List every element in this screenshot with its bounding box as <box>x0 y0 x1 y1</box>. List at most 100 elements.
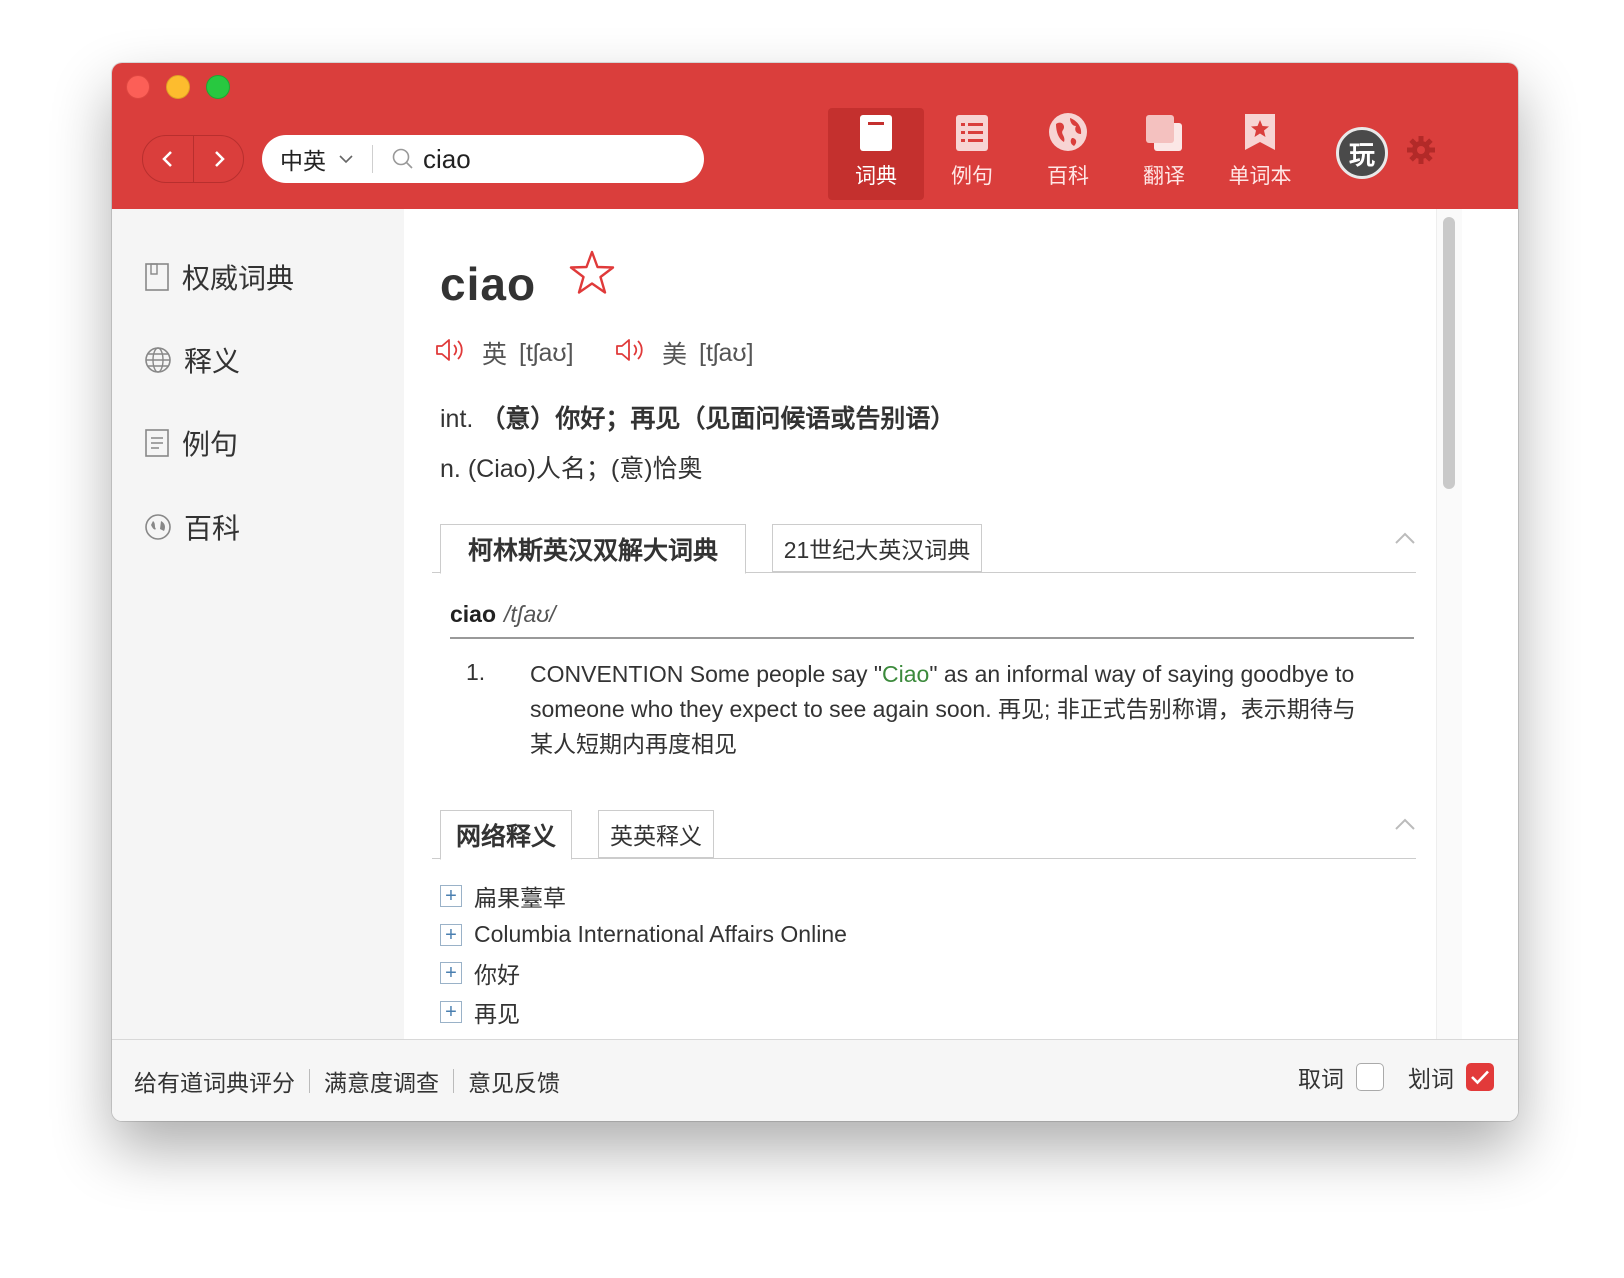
uk-label: 英 <box>482 341 508 369</box>
tab-examples-label: 例句 <box>951 165 993 188</box>
document-icon <box>145 429 169 457</box>
globe-icon <box>1049 113 1087 151</box>
scrollbar[interactable] <box>1436 209 1462 1039</box>
tab-dictionary[interactable]: 词典 <box>828 108 924 200</box>
web-definition-tabs: 网络释义 英英释义 <box>432 807 1416 860</box>
list-item-label: Columbia International Affairs Online <box>474 921 847 948</box>
list-item-label: 你好 <box>474 962 520 989</box>
chevron-right-icon <box>214 151 225 167</box>
star-icon <box>569 250 615 294</box>
sense-number: 1. <box>466 659 486 685</box>
plus-icon: + <box>440 885 462 908</box>
divider <box>450 637 1414 639</box>
tab-encyclopedia[interactable]: 百科 <box>1020 108 1116 200</box>
sidebar-item-label: 权威词典 <box>182 263 295 294</box>
chevron-up-icon <box>1395 532 1415 544</box>
tab-examples[interactable]: 例句 <box>924 108 1020 200</box>
sidebar-item-authoritative-dict[interactable]: 权威词典 <box>144 257 294 297</box>
minimize-window-button[interactable] <box>166 75 190 99</box>
search-box: 中英 <box>262 135 704 183</box>
tab-translate[interactable]: 翻译 <box>1116 108 1212 200</box>
huaci-label: 划词 <box>1408 1066 1454 1092</box>
definition-text: (Ciao)人名；(意)恰奥 <box>467 455 703 483</box>
sidebar-item-examples[interactable]: 例句 <box>144 423 238 463</box>
definition-text: （意）你好；再见（见面问候语或告别语） <box>480 405 956 433</box>
sidebar-item-label: 例句 <box>182 429 239 460</box>
sidebar-item-encyclopedia[interactable]: 百科 <box>144 507 240 547</box>
sidebar-item-label: 释义 <box>184 346 241 377</box>
speaker-icon <box>436 338 463 361</box>
tab-collins[interactable]: 柯林斯英汉双解大词典 <box>440 523 746 574</box>
maximize-window-button[interactable] <box>206 75 230 99</box>
quci-label: 取词 <box>1298 1066 1344 1092</box>
collins-phonetic: /tʃaʊ/ <box>504 601 556 627</box>
sense-text: CONVENTION Some people say "Ciao" as an … <box>530 657 1360 762</box>
footer-options: 取词 划词 <box>1298 1060 1494 1094</box>
divider <box>372 145 373 173</box>
us-speaker-button[interactable] <box>614 337 648 370</box>
toolbar: 中英 词典 例句 百科 翻译 <box>112 63 1518 209</box>
rate-link[interactable]: 给有道词典评分 <box>134 1064 295 1098</box>
huaci-option: 划词 <box>1408 1060 1494 1094</box>
list-item-label: 再见 <box>474 1000 520 1027</box>
list-item[interactable]: + Columbia International Affairs Online <box>440 916 847 955</box>
bookmark-icon <box>1245 114 1275 150</box>
sense-text-part: CONVENTION Some people say " <box>530 661 883 687</box>
app-window: 中英 词典 例句 百科 翻译 <box>112 63 1518 1121</box>
tab-encyclopedia-label: 百科 <box>1047 165 1089 188</box>
main-tabs: 词典 例句 百科 翻译 单词本 <box>828 108 1308 200</box>
feedback-link[interactable]: 意见反馈 <box>468 1064 560 1098</box>
quci-checkbox[interactable] <box>1356 1063 1384 1091</box>
tab-english-definitions[interactable]: 英英释义 <box>598 810 714 858</box>
status-bar: 给有道词典评分 满意度调查 意见反馈 取词 划词 <box>112 1039 1518 1121</box>
us-pronunciation: 美 [tʃaʊ] <box>614 335 754 371</box>
headword: ciao <box>440 258 537 310</box>
gear-icon <box>1407 136 1435 164</box>
dictionary-icon <box>860 115 892 151</box>
collins-headword: ciao <box>450 601 497 627</box>
tab-web-definitions[interactable]: 网络释义 <box>440 809 572 860</box>
list-icon <box>956 115 988 151</box>
back-button[interactable] <box>143 136 193 182</box>
highlighted-word: Ciao <box>882 661 930 687</box>
avatar[interactable]: 玩 <box>1336 127 1388 179</box>
sidebar-item-label: 百科 <box>184 513 241 544</box>
dictionary-source-tabs: 柯林斯英汉双解大词典 21世纪大英汉词典 <box>432 521 1416 574</box>
divider <box>309 1069 310 1093</box>
close-window-button[interactable] <box>126 75 150 99</box>
translate-icon <box>1146 115 1182 151</box>
list-item-label: 扁果薹草 <box>474 885 566 912</box>
list-item[interactable]: + 你好 <box>440 954 847 993</box>
history-nav <box>142 135 244 183</box>
definition-pos: n. <box>440 455 461 483</box>
search-input[interactable] <box>423 143 663 175</box>
tab-21st-century[interactable]: 21世纪大英汉词典 <box>772 524 982 572</box>
speaker-icon <box>616 338 643 361</box>
web-definition-list: + 扁果薹草 + Columbia International Affairs On… <box>440 877 847 1031</box>
list-item[interactable]: + 再见 <box>440 993 847 1032</box>
sidebar: 权威词典 释义 例句 百科 <box>112 209 404 1039</box>
tab-wordbook[interactable]: 单词本 <box>1212 108 1308 200</box>
scrollbar-thumb[interactable] <box>1443 217 1455 489</box>
uk-speaker-button[interactable] <box>434 337 468 370</box>
collins-headword-row: ciao/tʃaʊ/ <box>450 601 556 628</box>
tab-wordbook-label: 单词本 <box>1228 165 1292 188</box>
settings-button[interactable] <box>1406 135 1436 170</box>
forward-button[interactable] <box>193 136 243 182</box>
avatar-text: 玩 <box>1348 139 1375 170</box>
definition-row: n. (Ciao)人名；(意)恰奥 <box>440 449 703 485</box>
plus-icon: + <box>440 962 462 985</box>
collapse-button[interactable] <box>1394 531 1416 550</box>
list-item[interactable]: + 扁果薹草 <box>440 877 847 916</box>
sidebar-item-definitions[interactable]: 释义 <box>144 340 240 380</box>
quci-option: 取词 <box>1298 1060 1384 1094</box>
tab-translate-label: 翻译 <box>1143 165 1185 188</box>
survey-link[interactable]: 满意度调查 <box>324 1064 439 1098</box>
huaci-checkbox[interactable] <box>1466 1063 1494 1091</box>
language-selector[interactable]: 中英 <box>262 135 372 183</box>
uk-pronunciation: 英 [tʃaʊ] <box>434 335 574 371</box>
globe-icon <box>145 347 171 373</box>
collapse-button[interactable] <box>1394 817 1416 836</box>
favorite-button[interactable] <box>568 249 616 302</box>
language-selector-label: 中英 <box>280 148 326 174</box>
